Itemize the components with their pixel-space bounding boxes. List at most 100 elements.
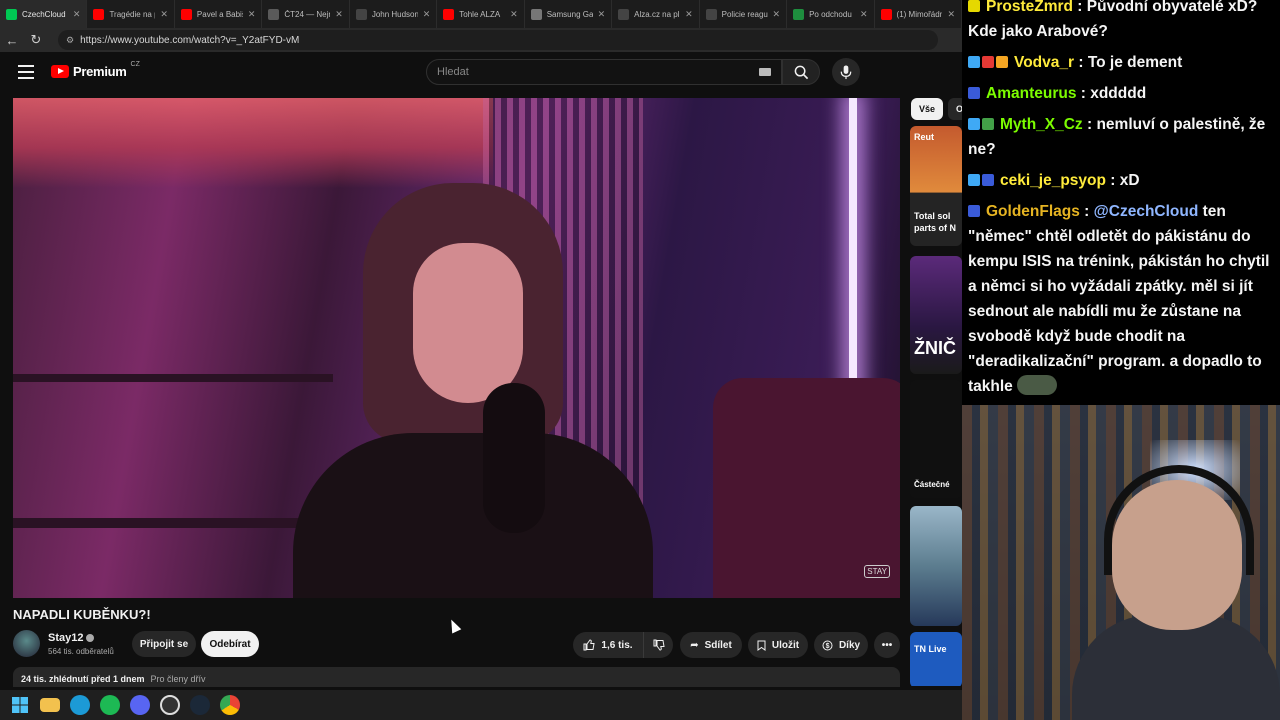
shop-icon: [530, 8, 542, 20]
rec-label: Částečné: [914, 480, 950, 489]
region-code: CZ: [130, 61, 140, 68]
channel-avatar[interactable]: [13, 630, 40, 657]
browser-tab[interactable]: CzechCloud ✕: [0, 0, 88, 28]
video-backdrop: [13, 98, 493, 188]
tab-label: Pavel a Babiš: [196, 9, 243, 19]
close-icon[interactable]: ✕: [73, 9, 81, 20]
obs-icon[interactable]: [160, 695, 180, 715]
chrome-icon[interactable]: [220, 695, 240, 715]
close-icon[interactable]: ✕: [510, 9, 518, 20]
close-icon[interactable]: ✕: [685, 9, 693, 20]
chat-message: ProsteZmrd : Původní obyvatelé xD? Kde j…: [968, 0, 1276, 44]
search-button[interactable]: [782, 59, 820, 85]
steam-icon[interactable]: [190, 695, 210, 715]
share-label: Sdílet: [704, 639, 732, 651]
browser-tab[interactable]: John Hudson ✕: [350, 0, 438, 28]
youtube-icon: [93, 8, 105, 20]
reload-icon[interactable]: ↻: [24, 32, 48, 48]
chat-username: ProsteZmrd: [986, 0, 1073, 15]
chat-badges: [968, 50, 1010, 75]
browser-tab[interactable]: Tohle ALZA ✕: [437, 0, 525, 28]
rec-thumbnail[interactable]: [910, 506, 962, 626]
channel-name[interactable]: Stay12: [48, 632, 95, 644]
browser-tab[interactable]: Pavel a Babiš ✕: [175, 0, 263, 28]
close-icon[interactable]: ✕: [248, 9, 256, 20]
share-button[interactable]: ➦ Sdílet: [680, 632, 742, 658]
badge-icon: [968, 56, 980, 68]
tab-label: Policie reagu: [721, 9, 768, 19]
chat-mention: @CzechCloud: [1093, 203, 1199, 220]
taskbar: [0, 690, 962, 720]
voice-search-button[interactable]: [832, 58, 860, 86]
thanks-button[interactable]: $ Díky: [814, 632, 868, 658]
news-icon: [268, 8, 280, 20]
search-input[interactable]: Hledat: [426, 59, 782, 85]
windows-icon[interactable]: [10, 695, 30, 715]
microphone-icon: [840, 64, 852, 79]
chip-other[interactable]: O: [948, 98, 962, 120]
close-icon[interactable]: ✕: [947, 9, 955, 20]
hamburger-menu-icon[interactable]: [18, 65, 34, 79]
youtube-play-icon: [51, 65, 69, 78]
thumbs-up-icon: [583, 639, 596, 651]
video-streamer-face: [413, 243, 523, 403]
youtube-logo[interactable]: Premium CZ: [51, 61, 140, 79]
close-icon[interactable]: ✕: [860, 9, 868, 20]
tab-label: CzechCloud: [22, 9, 66, 19]
tab-label: ČT24 — Nejn: [284, 9, 331, 19]
spotify-icon[interactable]: [100, 695, 120, 715]
thanks-label: Díky: [838, 639, 861, 651]
badge-icon: [968, 174, 980, 186]
browser-tab[interactable]: (1) Mimořádn ✕: [875, 0, 962, 28]
browser-tab[interactable]: Samsung Gal ✕: [525, 0, 613, 28]
more-actions-button[interactable]: •••: [874, 632, 900, 658]
webcam-feed: [962, 405, 1280, 720]
youtube-header: Premium CZ Hledat: [0, 52, 962, 94]
site-info-icon[interactable]: ⚙: [66, 35, 74, 46]
thumbs-down-icon: [653, 639, 665, 651]
rec-thumbnail[interactable]: ŽNIČ: [910, 256, 962, 374]
badge-icon: [968, 118, 980, 130]
rec-thumbnail[interactable]: Reut Total sol parts of N: [910, 126, 962, 246]
chat-message: Myth_X_Cz : nemluví o palestině, že ne?: [968, 112, 1276, 162]
browser-tab[interactable]: Policie reagu ✕: [700, 0, 788, 28]
chat-badges: [968, 0, 982, 19]
close-icon[interactable]: ✕: [160, 9, 168, 20]
chat-badges: [968, 168, 996, 193]
discord-icon[interactable]: [130, 695, 150, 715]
channel-watermark[interactable]: STAY: [864, 565, 890, 578]
browser-tab[interactable]: Po odchodu ✕: [787, 0, 875, 28]
join-button[interactable]: Připojit se: [132, 631, 196, 657]
description-box[interactable]: 24 tis. zhlédnutí před 1 dnem Pro členy …: [13, 667, 900, 687]
rec-thumbnail[interactable]: Částečné: [910, 380, 962, 498]
chat-username: ceki_je_psyop: [1000, 172, 1106, 189]
back-icon[interactable]: ←: [0, 33, 24, 48]
close-icon[interactable]: ✕: [773, 9, 781, 20]
tab-label: Tragédie na p: [109, 9, 156, 19]
verified-icon: [86, 634, 95, 642]
browser-tab[interactable]: Alza.cz na pl ✕: [612, 0, 700, 28]
dislike-button[interactable]: [643, 632, 673, 658]
rec-label: TN Live: [914, 644, 947, 654]
folder-icon[interactable]: [40, 698, 60, 712]
close-icon[interactable]: ✕: [598, 9, 606, 20]
super-thanks-icon: $: [822, 640, 833, 650]
youtube-icon: [880, 8, 892, 20]
browser-tab[interactable]: Tragédie na p ✕: [87, 0, 175, 28]
browser-tab[interactable]: ČT24 — Nejn ✕: [262, 0, 350, 28]
chat-badges: [968, 199, 982, 224]
chip-all[interactable]: Vše: [911, 98, 943, 120]
rec-thumbnail[interactable]: TN Live: [910, 632, 962, 686]
like-button[interactable]: 1,6 tis.: [573, 632, 643, 658]
like-count: 1,6 tis.: [601, 639, 633, 651]
tab-label: Po odchodu: [809, 9, 852, 19]
keyboard-icon[interactable]: [759, 68, 771, 76]
subscribe-button[interactable]: Odebírat: [201, 631, 259, 657]
url-field[interactable]: ⚙ https://www.youtube.com/watch?v=_Y2atF…: [58, 30, 938, 50]
video-player[interactable]: STAY: [13, 98, 900, 598]
edge-icon[interactable]: [70, 695, 90, 715]
close-icon[interactable]: ✕: [423, 9, 431, 20]
close-icon[interactable]: ✕: [335, 9, 343, 20]
tab-label: Samsung Gal: [546, 9, 593, 19]
save-button[interactable]: Uložit: [748, 632, 808, 658]
